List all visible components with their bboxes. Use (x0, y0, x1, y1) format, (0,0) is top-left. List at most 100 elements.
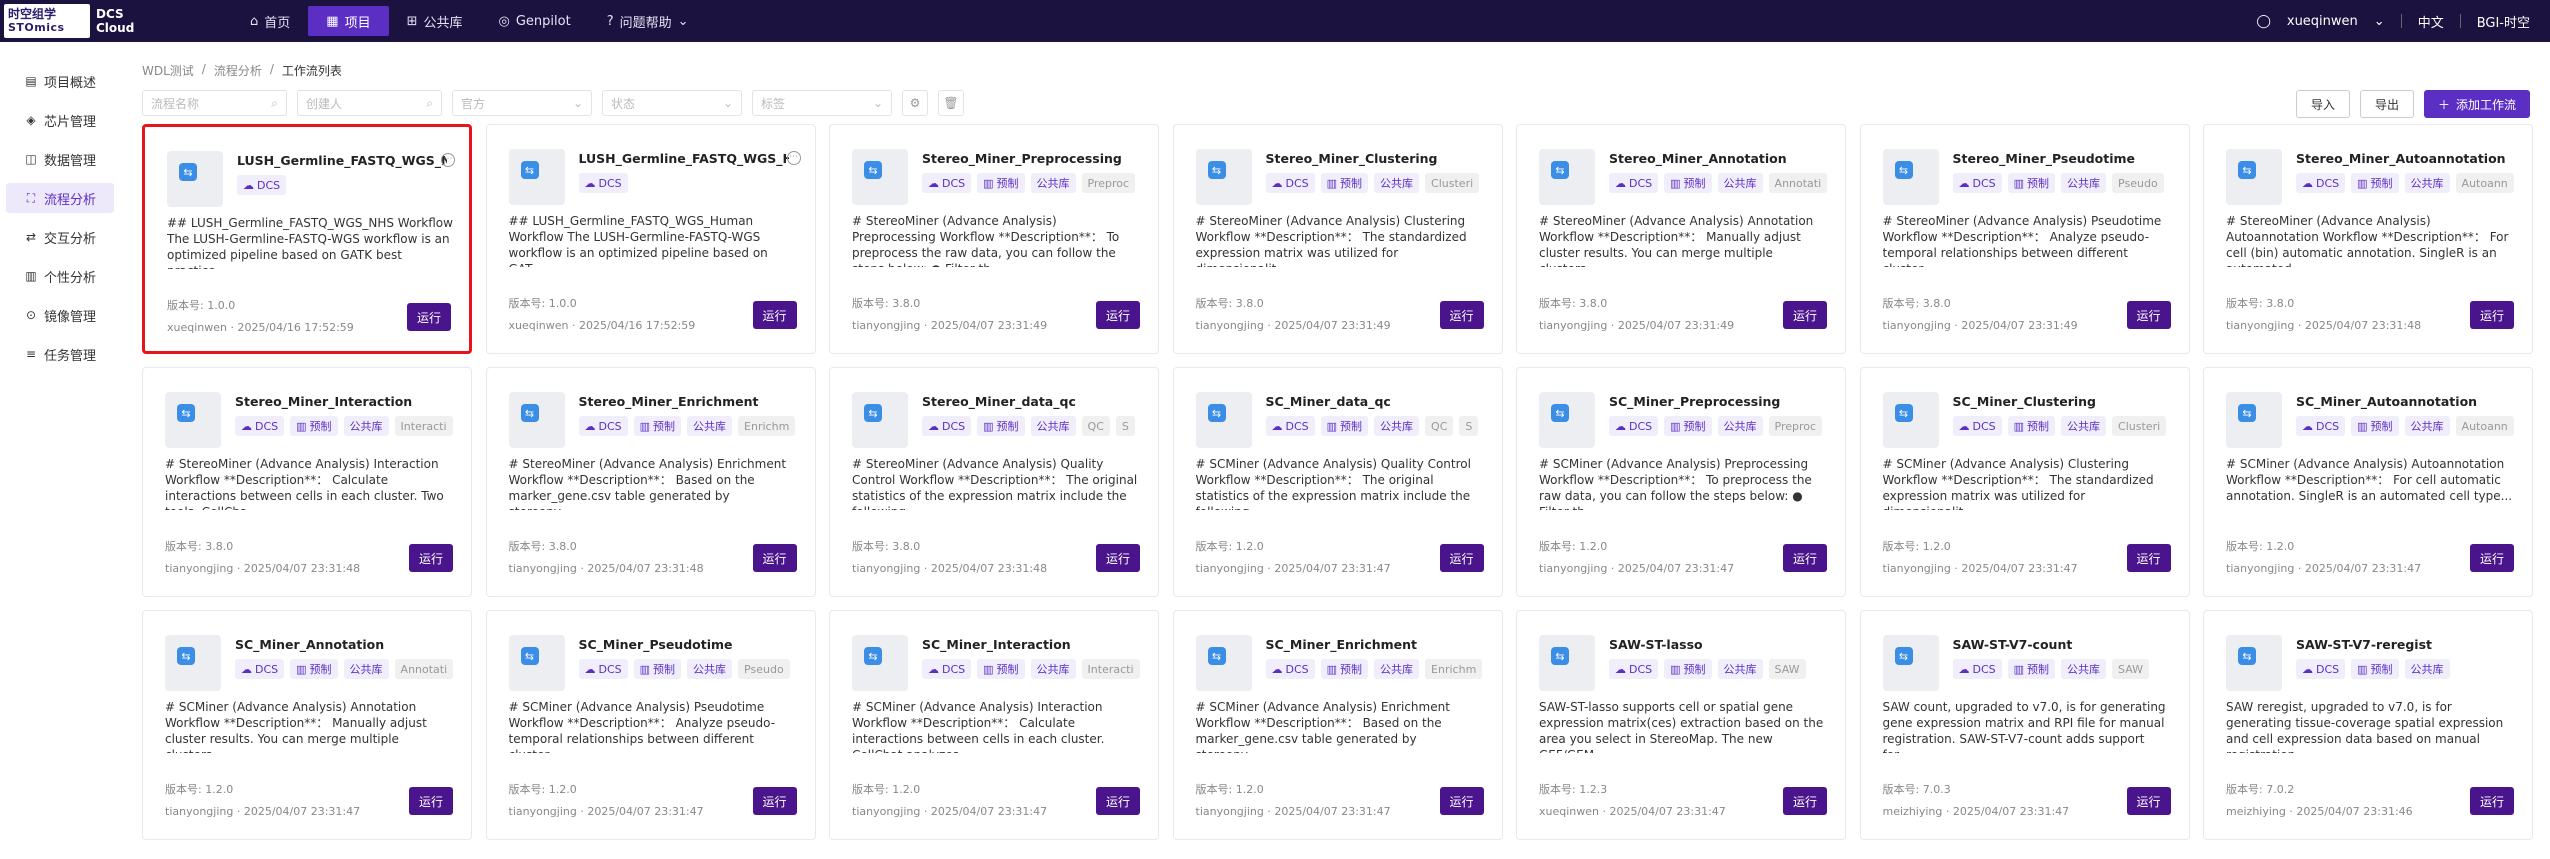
run-button[interactable]: 运行 (2126, 301, 2171, 329)
breadcrumb-item[interactable]: 工作流列表 (282, 62, 342, 79)
nav-item-4[interactable]: ? 问题帮助 ⌄ (589, 6, 707, 36)
export-button[interactable]: 导出 (2359, 90, 2414, 118)
version-label: 版本号: (1195, 297, 1233, 310)
creator-timestamp: tianyongjing · 2025/04/07 23:31:47 (508, 805, 704, 818)
official-select[interactable]: 官方 ⌄ (452, 90, 592, 116)
breadcrumb-item[interactable]: WDL测试 (142, 62, 194, 79)
tag: ☁ DCS (1609, 173, 1659, 193)
sidebar-item-3[interactable]: ⛶ 流程分析 (6, 183, 114, 213)
workflow-card[interactable]: ⇆ SAW-ST-V7-reregist ☁ DCS ▥ 预制 公共库 SAW reregis… (2203, 610, 2533, 840)
workflow-card[interactable]: ⇆ Stereo_Miner_Enrichment ☁ DCS ▥ 预制 公共库 Enrich… (485, 367, 816, 597)
add-workflow-button[interactable]: ＋ 添加工作流 (2423, 90, 2530, 118)
nav-item-0[interactable]: ⌂ 首页 (232, 6, 308, 36)
tag-label: DCS (1285, 419, 1309, 433)
status-select[interactable]: 状态 ⌄ (602, 90, 742, 116)
workflow-card[interactable]: ⇆ Stereo_Miner_Pseudotime ☁ DCS ▥ 预制 公共库 Pseudo… (1859, 124, 2190, 354)
workflow-card[interactable]: ⇆ SC_Miner_Interaction ☁ DCS ▥ 预制 公共库 Interacti… (829, 610, 1159, 840)
workflow-title: SC_Miner_Pseudotime (578, 637, 733, 652)
workflow-card[interactable]: ⇆ SC_Miner_Autoannotation ☁ DCS ▥ 预制 公共库 Autoan… (2203, 367, 2533, 597)
more-icon[interactable]: ⋯ (786, 151, 801, 165)
workflow-card[interactable]: ⇆ SC_Miner_Clustering ☁ DCS ▥ 预制 公共库 Clusteri # … (1859, 367, 2190, 597)
creator-search[interactable]: 创建人 ⌕ (297, 90, 442, 116)
sidebar-icon: ▥ (25, 269, 37, 283)
tag: ☁ DCS (2296, 659, 2346, 679)
workflow-card[interactable]: ⇆ SC_Miner_data_qc ☁ DCS ▥ 预制 公共库 QC S # SCMiner … (1172, 367, 1503, 597)
sidebar-item-6[interactable]: ⊙ 镜像管理 (6, 300, 114, 330)
creator-timestamp: tianyongjing · 2025/04/07 23:31:48 (165, 562, 361, 575)
sidebar-item-7[interactable]: ≡ 任务管理 (6, 339, 114, 369)
run-button[interactable]: 运行 (1096, 544, 1140, 572)
run-button[interactable]: 运行 (407, 303, 451, 331)
sidebar-item-2[interactable]: ◫ 数据管理 (6, 144, 114, 174)
workflow-card[interactable]: ⇆ Stereo_Miner_Annotation ☁ DCS ▥ 预制 公共库 Annota… (1516, 124, 1846, 354)
workflow-card[interactable]: ⇆ SAW-ST-V7-count ☁ DCS ▥ 预制 公共库 SAW SAW count, … (1859, 610, 2190, 840)
user-name[interactable]: xueqinwen (2287, 14, 2358, 29)
sidebar-item-0[interactable]: ▤ 项目概述 (6, 66, 114, 96)
run-button[interactable]: 运行 (1783, 301, 1827, 329)
more-icon[interactable]: ⋯ (441, 153, 455, 167)
workflow-card[interactable]: ⇆ SC_Miner_Pseudotime ☁ DCS ▥ 预制 公共库 Pseudo # SC… (485, 610, 816, 840)
sidebar-item-1[interactable]: ◈ 芯片管理 (6, 105, 114, 135)
run-button[interactable]: 运行 (2126, 787, 2171, 815)
version-label: 版本号: (508, 297, 546, 310)
version-value: 7.0.2 (2266, 783, 2295, 796)
run-button[interactable]: 运行 (409, 544, 453, 572)
tag: Interacti (394, 416, 453, 436)
run-button[interactable]: 运行 (409, 787, 453, 815)
run-button[interactable]: 运行 (752, 301, 797, 329)
workflow-card[interactable]: ⇆ SAW-ST-lasso ☁ DCS ▥ 预制 公共库 SAW SAW-ST-lasso s… (1516, 610, 1846, 840)
run-button[interactable]: 运行 (1096, 301, 1140, 329)
nav-item-3[interactable]: ◎ Genpilot (481, 6, 589, 36)
workflow-type-icon: ⇆ (1551, 404, 1569, 422)
run-button[interactable]: 运行 (2470, 544, 2514, 572)
run-button[interactable]: 运行 (1439, 301, 1484, 329)
nav-item-1[interactable]: ▦ 项目 (308, 6, 389, 36)
sidebar-icon: ▤ (25, 74, 37, 88)
workflow-card[interactable]: ⇆ SC_Miner_Enrichment ☁ DCS ▥ 预制 公共库 Enrichm # S… (1172, 610, 1503, 840)
sidebar-item-4[interactable]: ⇄ 交互分析 (6, 222, 114, 252)
run-button[interactable]: 运行 (1439, 544, 1484, 572)
settings-button[interactable]: ⚙ (902, 90, 928, 116)
workflow-card[interactable]: ⇆ Stereo_Miner_Clustering ☁ DCS ▥ 预制 公共库 Cluste… (1172, 124, 1503, 354)
workflow-card[interactable]: ⇆ SC_Miner_Preprocessing ☁ DCS ▥ 预制 公共库 Preproc… (1516, 367, 1846, 597)
nav-item-2[interactable]: ⊞ 公共库 (389, 6, 481, 36)
tag: ▥ 预制 (1320, 659, 1369, 679)
run-button[interactable]: 运行 (752, 787, 797, 815)
workflow-description: SAW reregist, upgraded to v7.0, is for g… (2226, 700, 2504, 753)
workflow-card[interactable]: ⇆ Stereo_Miner_Interaction ☁ DCS ▥ 预制 公共库 Inter… (142, 367, 472, 597)
run-button[interactable]: 运行 (752, 544, 797, 572)
tag: 公共库 (343, 416, 389, 436)
workflow-name-search[interactable]: 流程名称 ⌕ (142, 90, 287, 116)
logo[interactable]: 时空组学 STOmics DCS Cloud (0, 0, 200, 42)
tag: ▥ 预制 (1664, 173, 1712, 193)
delete-button[interactable]: 🗑 (938, 90, 964, 116)
language-switch[interactable]: 中文 (2418, 12, 2444, 31)
tag-label: 公共库 (1036, 420, 1070, 433)
run-button[interactable]: 运行 (1783, 544, 1827, 572)
tag: Enrichm (1425, 659, 1483, 679)
workflow-card[interactable]: ⇆ Stereo_Miner_Autoannotation ☁ DCS ▥ 预制 公共库 Au… (2203, 124, 2533, 354)
run-button[interactable]: 运行 (1096, 787, 1140, 815)
run-button[interactable]: 运行 (1783, 787, 1827, 815)
workflow-description: ## LUSH_Germline_FASTQ_WGS_NHS Workflow … (167, 216, 453, 269)
version-info: 版本号: 3.8.0 (165, 538, 233, 554)
run-button[interactable]: 运行 (1439, 787, 1484, 815)
run-button[interactable]: 运行 (2126, 544, 2171, 572)
tag-select[interactable]: 标签 ⌄ (752, 90, 892, 116)
chart-icon: ▥ (983, 176, 994, 190)
workflow-card[interactable]: ⇆ LUSH_Germline_FASTQ_WGS_NHS⋯ ☁DCS ## LUSH… (142, 124, 472, 354)
workflow-card[interactable]: ⇆ Stereo_Miner_data_qc ☁ DCS ▥ 预制 公共库 QC S # Ster… (829, 367, 1159, 597)
tag-label: 预制 (996, 420, 1019, 433)
tag: ☁ DCS (578, 659, 628, 679)
run-button[interactable]: 运行 (2470, 787, 2514, 815)
chart-icon: ▥ (983, 419, 994, 433)
org-switch[interactable]: BGI-时空 (2477, 12, 2530, 31)
breadcrumb-item[interactable]: 流程分析 (214, 62, 262, 79)
workflow-card[interactable]: ⇆ Stereo_Miner_Preprocessing ☁ DCS ▥ 预制 公共库 Pre… (829, 124, 1159, 354)
run-button[interactable]: 运行 (2470, 301, 2514, 329)
workflow-card[interactable]: ⇆ SC_Miner_Annotation ☁ DCS ▥ 预制 公共库 Annotati # … (142, 610, 472, 840)
workflow-card[interactable]: ⇆ LUSH_Germline_FASTQ_WGS_Human⋯ ☁DCS ## LU… (485, 124, 816, 354)
creator-timestamp: meizhiying · 2025/04/07 23:31:46 (2226, 805, 2413, 818)
import-button[interactable]: 导入 (2295, 90, 2350, 118)
sidebar-item-5[interactable]: ▥ 个性分析 (6, 261, 114, 291)
